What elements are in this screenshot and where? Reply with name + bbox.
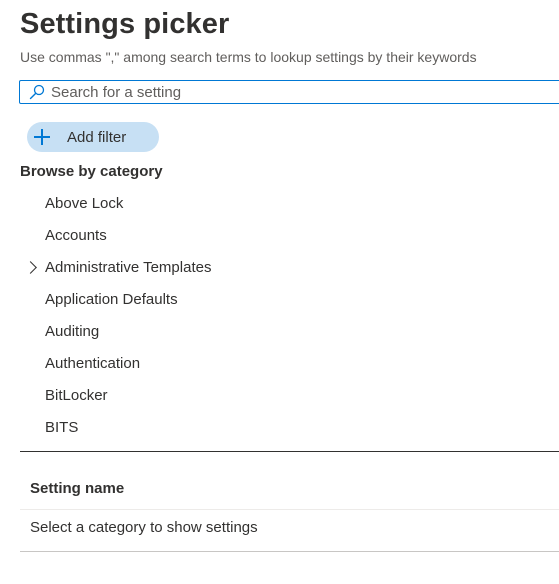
category-item-bits[interactable]: BITS	[20, 412, 559, 433]
browse-heading: Browse by category	[20, 163, 163, 180]
category-label: BitLocker	[45, 387, 108, 404]
category-label: Administrative Templates	[45, 259, 212, 276]
category-label: Above Lock	[45, 195, 124, 212]
category-item-bitlocker[interactable]: BitLocker	[20, 380, 559, 412]
category-item-auditing[interactable]: Auditing	[20, 316, 559, 348]
category-item-above-lock[interactable]: Above Lock	[20, 188, 559, 220]
chevron-right-icon[interactable]	[24, 261, 37, 274]
empty-state-message: Select a category to show settings	[30, 519, 258, 536]
table-bottom-divider	[20, 551, 559, 552]
category-item-application-defaults[interactable]: Application Defaults	[20, 284, 559, 316]
category-label: Accounts	[45, 227, 107, 244]
category-label: Authentication	[45, 355, 141, 372]
category-label: Auditing	[45, 323, 100, 340]
category-list[interactable]: Above Lock Accounts Administrative Templ…	[20, 188, 559, 433]
page-title: Settings picker	[20, 8, 230, 40]
search-box[interactable]	[19, 80, 559, 104]
add-filter-button[interactable]: Add filter	[27, 122, 159, 152]
section-divider	[20, 451, 559, 452]
page-subtitle: Use commas "," among search terms to loo…	[20, 49, 477, 65]
setting-name-column-header: Setting name	[30, 480, 125, 497]
category-item-accounts[interactable]: Accounts	[20, 220, 559, 252]
category-label: BITS	[45, 419, 79, 433]
category-item-authentication[interactable]: Authentication	[20, 348, 559, 380]
search-input[interactable]	[51, 83, 531, 101]
header-divider	[20, 509, 559, 510]
category-label: Application Defaults	[45, 291, 178, 308]
search-icon	[27, 82, 47, 102]
add-filter-label: Add filter	[67, 128, 127, 146]
plus-icon	[34, 129, 50, 145]
category-item-administrative-templates[interactable]: Administrative Templates	[20, 252, 559, 284]
